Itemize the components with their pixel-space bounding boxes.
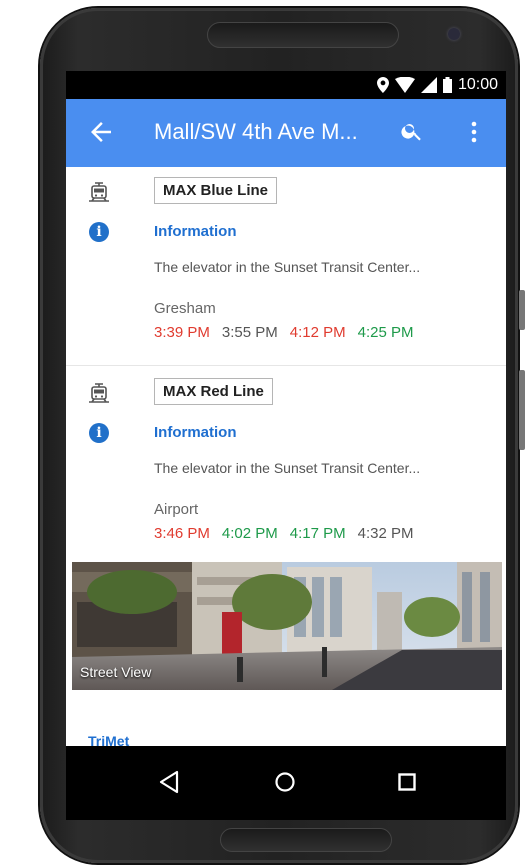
tram-icon: [89, 383, 109, 403]
destination-name: Airport: [154, 501, 199, 518]
bottom-speaker: [220, 828, 392, 852]
departure-time: 3:46 PM: [154, 525, 210, 542]
phone-screen: 10:00 Mall/SW 4th Ave M... MAX Blue Line: [66, 71, 506, 820]
square-recents-icon[interactable]: [398, 773, 416, 791]
tram-icon: [89, 182, 109, 202]
departure-card[interactable]: MAX Blue Line i Information The elevator…: [66, 167, 506, 366]
info-text: The elevator in the Sunset Transit Cente…: [154, 259, 421, 275]
front-camera: [448, 28, 460, 40]
battery-icon: [442, 77, 452, 93]
volume-button[interactable]: [519, 370, 525, 450]
status-bar: 10:00: [66, 71, 506, 99]
arrow-left-icon[interactable]: [86, 117, 116, 147]
info-icon: i: [89, 222, 109, 242]
info-text: The elevator in the Sunset Transit Cente…: [154, 460, 421, 476]
more-vert-icon[interactable]: [462, 119, 486, 145]
street-view-image[interactable]: Street View: [72, 562, 502, 690]
departure-times: 3:39 PM 3:55 PM 4:12 PM 4:25 PM: [154, 324, 414, 341]
departure-time: 3:55 PM: [221, 324, 278, 341]
status-time: 10:00: [457, 76, 498, 93]
departure-times: 3:46 PM 4:02 PM 4:17 PM 4:32 PM: [154, 525, 414, 542]
search-icon[interactable]: [400, 119, 424, 143]
departure-time: 4:32 PM: [357, 525, 414, 542]
line-badge: MAX Red Line: [154, 378, 273, 405]
departure-time: 4:17 PM: [289, 525, 346, 542]
power-button[interactable]: [519, 290, 525, 330]
info-title[interactable]: Information: [154, 424, 237, 441]
departure-time: 3:39 PM: [154, 324, 210, 341]
location-icon: [376, 77, 389, 93]
top-speaker: [207, 22, 399, 48]
wifi-icon: [394, 77, 415, 93]
navigation-bar: [66, 746, 506, 820]
street-view-label: Street View: [80, 664, 152, 680]
destination-name: Gresham: [154, 300, 216, 317]
departure-time: 4:02 PM: [221, 525, 278, 542]
page-title: Mall/SW 4th Ave M...: [154, 119, 358, 144]
info-title[interactable]: Information: [154, 223, 237, 240]
line-badge: MAX Blue Line: [154, 177, 278, 204]
app-bar: Mall/SW 4th Ave M...: [66, 99, 506, 167]
departures-list: MAX Blue Line i Information The elevator…: [66, 167, 506, 562]
circle-home-icon[interactable]: [275, 772, 295, 792]
signal-icon: [420, 77, 437, 93]
departure-card[interactable]: MAX Red Line i Information The elevator …: [66, 366, 506, 562]
departure-time: 4:25 PM: [357, 324, 414, 341]
triangle-back-icon[interactable]: [158, 770, 180, 794]
departure-time: 4:12 PM: [289, 324, 346, 341]
info-icon: i: [89, 423, 109, 443]
